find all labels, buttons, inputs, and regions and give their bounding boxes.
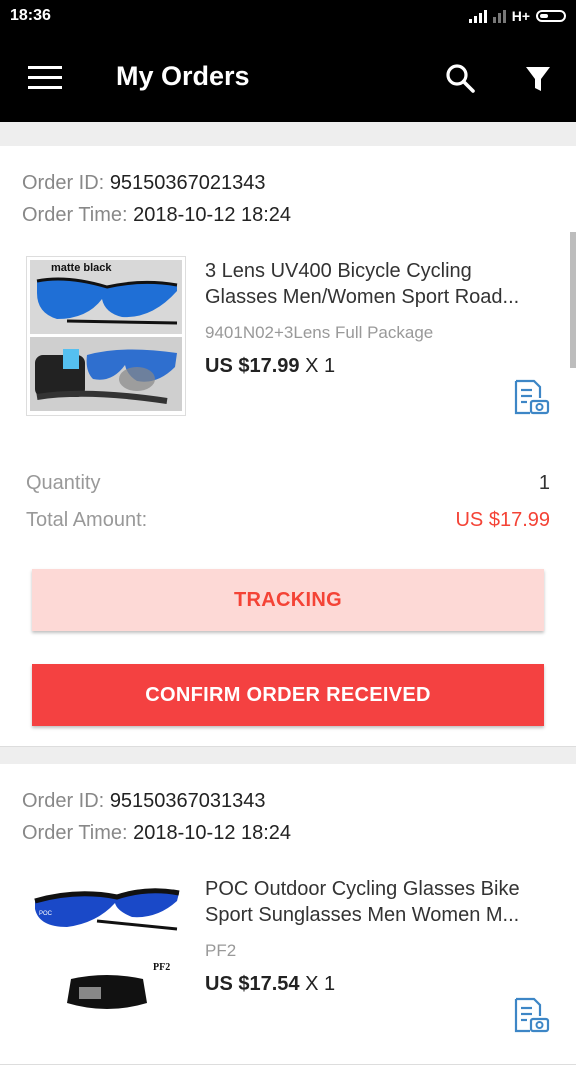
order-id-value: 95150367031343: [109, 790, 266, 812]
product-variant: PF2: [205, 941, 237, 960]
product-qty: X 1: [305, 973, 336, 995]
product-variant: 9401N02+3Lens Full Package: [205, 323, 434, 342]
thumbnail-label: PF2: [153, 962, 170, 973]
status-icons: H+: [468, 8, 566, 24]
product-price: US $17.54: [205, 973, 300, 995]
sunglasses-image: POC PF2: [34, 888, 180, 1009]
product-price-row: US $17.54 X 1: [205, 973, 335, 996]
scrollbar[interactable]: [570, 232, 576, 368]
order-time-row: Order Time: 2018-10-12 18:24: [22, 204, 291, 227]
product-thumbnail[interactable]: POC PF2: [26, 874, 186, 1034]
quantity-value: 1: [538, 472, 550, 494]
order-time-label: Order Time:: [22, 822, 128, 844]
list-top-gap: [0, 122, 576, 146]
order-time-row: Order Time: 2018-10-12 18:24: [22, 822, 291, 845]
order-card: Order ID: 95150367021343 Order Time: 201…: [0, 146, 576, 747]
order-id-label: Order ID:: [22, 172, 105, 194]
product-thumbnail[interactable]: matte black: [26, 256, 186, 416]
battery-icon: [536, 10, 566, 22]
app-bar: My Orders: [0, 34, 576, 122]
status-time: 18:36: [10, 7, 51, 24]
product-title-line1: POC Outdoor Cycling Glasses Bike: [205, 878, 520, 900]
svg-text:POC: POC: [39, 911, 53, 917]
signal-icon: [468, 9, 487, 23]
product-title-line2: Glasses Men/Women Sport Road...: [205, 286, 520, 308]
product-title-line1: 3 Lens UV400 Bicycle Cycling: [205, 260, 472, 282]
filter-icon[interactable]: [522, 64, 554, 94]
document-camera-icon[interactable]: [512, 378, 550, 416]
order-id-row: Order ID: 95150367031343: [22, 790, 266, 813]
order-card: Order ID: 95150367031343 Order Time: 201…: [0, 764, 576, 1065]
tracking-button[interactable]: TRACKING: [32, 569, 544, 631]
product-price-row: US $17.99 X 1: [205, 355, 335, 378]
order-time-value: 2018-10-12 18:24: [133, 204, 292, 226]
product-title[interactable]: POC Outdoor Cycling Glasses Bike Sport S…: [205, 876, 555, 928]
order-time-label: Order Time:: [22, 204, 128, 226]
status-bar: 18:36 H+: [0, 0, 576, 34]
order-time-value: 2018-10-12 18:24: [133, 822, 292, 844]
product-title[interactable]: 3 Lens UV400 Bicycle Cycling Glasses Men…: [205, 258, 555, 310]
network-type: H+: [511, 8, 530, 24]
signal-secondary-icon: [492, 9, 506, 23]
menu-icon[interactable]: [28, 66, 62, 90]
order-id-value: 95150367021343: [109, 172, 266, 194]
total-label: Total Amount:: [26, 509, 148, 531]
confirm-order-received-button[interactable]: CONFIRM ORDER RECEIVED: [32, 664, 544, 726]
total-value: US $17.99: [455, 509, 550, 531]
document-camera-icon[interactable]: [512, 996, 550, 1034]
product-title-line2: Sport Sunglasses Men Women M...: [205, 904, 520, 926]
sunglasses-image: matte black: [30, 260, 182, 411]
search-icon[interactable]: [444, 62, 476, 94]
quantity-label: Quantity: [26, 472, 101, 494]
page-title: My Orders: [116, 61, 250, 91]
order-id-row: Order ID: 95150367021343: [22, 172, 266, 195]
thumbnail-label: matte black: [51, 262, 112, 274]
order-id-label: Order ID:: [22, 790, 105, 812]
product-qty: X 1: [305, 355, 336, 377]
product-price: US $17.99: [205, 355, 300, 377]
